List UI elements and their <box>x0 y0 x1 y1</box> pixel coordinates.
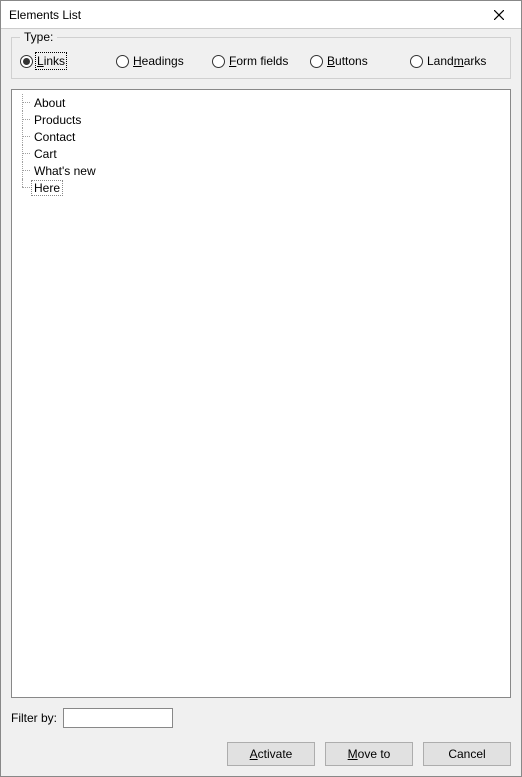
type-groupbox: Type: LinksHeadingsForm fieldsButtonsLan… <box>11 37 511 79</box>
list-item-label: About <box>32 96 67 110</box>
close-button[interactable] <box>477 1 521 29</box>
moveto-button-hotkey: M <box>348 747 358 761</box>
elements-list-dialog: Elements List Type: Links Headings Form fi… <box>0 0 522 777</box>
type-radio-label-0: Links <box>37 54 65 68</box>
list-item[interactable]: Cart <box>14 145 508 162</box>
tree-connector-icon <box>18 162 32 179</box>
elements-listbox[interactable]: About Products Contact Cart What's new Here <box>11 89 511 698</box>
button-row: Activate Move to Cancel <box>11 742 511 766</box>
list-item[interactable]: Products <box>14 111 508 128</box>
dialog-body: Type: Links Headings Form fields Buttons Lan… <box>1 29 521 776</box>
filter-row: Filter by: <box>11 708 511 728</box>
close-icon <box>494 10 504 20</box>
list-item[interactable]: Here <box>14 179 508 196</box>
tree-connector-icon <box>18 179 32 196</box>
tree-connector-icon <box>18 94 32 111</box>
type-radio-label-3: Buttons <box>327 54 368 68</box>
type-radio-4[interactable]: Landmarks <box>410 54 486 68</box>
cancel-button-label: Cancel <box>448 747 485 761</box>
activate-button[interactable]: Activate <box>227 742 315 766</box>
filter-input[interactable] <box>63 708 173 728</box>
type-radio-2[interactable]: Form fields <box>212 54 310 68</box>
filter-label: Filter by: <box>11 711 57 725</box>
tree-connector-icon <box>18 111 32 128</box>
tree-connector-icon <box>18 128 32 145</box>
moveto-button-post: ove to <box>358 747 391 761</box>
list-item-label: What's new <box>32 164 98 178</box>
type-radio-0[interactable]: Links <box>20 54 116 68</box>
list-item-label: Here <box>32 181 62 195</box>
activate-button-post: ctivate <box>258 747 293 761</box>
radio-icon <box>116 55 129 68</box>
radio-icon <box>212 55 225 68</box>
radio-icon <box>410 55 423 68</box>
type-radio-label-4: Landmarks <box>427 54 486 68</box>
window-title: Elements List <box>9 8 81 22</box>
list-item-label: Contact <box>32 130 77 144</box>
list-item-label: Cart <box>32 147 59 161</box>
titlebar: Elements List <box>1 1 521 29</box>
radio-icon <box>310 55 323 68</box>
type-radio-1[interactable]: Headings <box>116 54 212 68</box>
type-radio-label-1: Headings <box>133 54 184 68</box>
list-item[interactable]: About <box>14 94 508 111</box>
tree-connector-icon <box>18 145 32 162</box>
list-item-label: Products <box>32 113 83 127</box>
activate-button-hotkey: A <box>250 747 258 761</box>
type-radio-3[interactable]: Buttons <box>310 54 410 68</box>
type-label: Type: <box>20 30 57 44</box>
radio-icon <box>20 55 33 68</box>
type-radio-label-2: Form fields <box>229 54 288 68</box>
cancel-button[interactable]: Cancel <box>423 742 511 766</box>
type-radio-row: Links Headings Form fields Buttons Landmarks <box>20 50 502 68</box>
list-item[interactable]: What's new <box>14 162 508 179</box>
move-to-button[interactable]: Move to <box>325 742 413 766</box>
list-item[interactable]: Contact <box>14 128 508 145</box>
